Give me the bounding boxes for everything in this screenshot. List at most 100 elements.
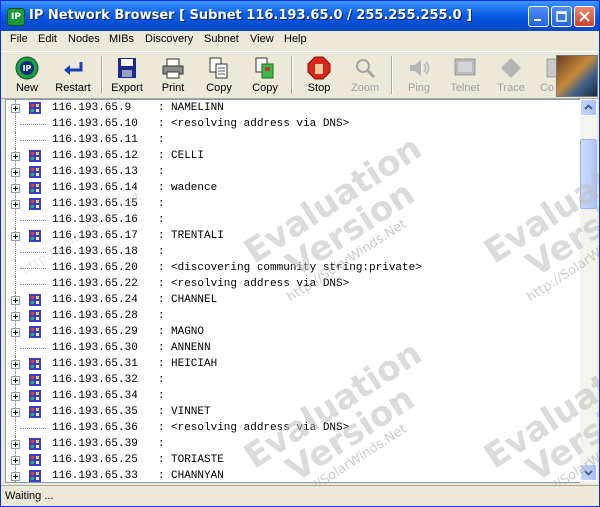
tree-node-row[interactable]: 116.193.65.17: TRENTALI bbox=[6, 228, 581, 244]
tree-line bbox=[15, 340, 16, 356]
tree-node-row[interactable]: 116.193.65.25: TORIASTE bbox=[6, 452, 581, 468]
tree-node-row[interactable]: 116.193.65.10: <resolving address via DNS… bbox=[6, 116, 581, 132]
expand-toggle-icon[interactable] bbox=[11, 232, 20, 241]
node-hostname: <resolving address via DNS> bbox=[171, 118, 350, 130]
field-separator: : bbox=[158, 454, 165, 466]
expand-toggle-icon[interactable] bbox=[11, 200, 20, 209]
tree-node-row[interactable]: 116.193.65.9: NAMELINN bbox=[6, 100, 581, 116]
close-button[interactable] bbox=[574, 6, 595, 27]
menu-help[interactable]: Help bbox=[284, 33, 307, 45]
copy-button[interactable]: Copy bbox=[199, 54, 239, 96]
minimize-icon bbox=[534, 19, 541, 21]
node-ip-address: 116.193.65.10 bbox=[52, 118, 138, 130]
printer-icon bbox=[162, 58, 184, 79]
expand-toggle-icon[interactable] bbox=[11, 360, 20, 369]
expand-toggle-icon[interactable] bbox=[11, 312, 20, 321]
field-separator: : bbox=[158, 102, 165, 114]
tree-node-row[interactable]: 116.193.65.35: VINNET bbox=[6, 404, 581, 420]
tree-node-row[interactable]: 116.193.65.31: HEICIAH bbox=[6, 356, 581, 372]
scroll-up-button[interactable] bbox=[580, 99, 597, 116]
expand-toggle-icon[interactable] bbox=[11, 104, 20, 113]
status-text: Waiting ... bbox=[5, 490, 54, 502]
menu-nodes[interactable]: Nodes bbox=[68, 33, 100, 45]
node-ip-address: 116.193.65.22 bbox=[52, 278, 138, 290]
export-label: Export bbox=[111, 82, 143, 94]
export-button[interactable]: Export bbox=[107, 54, 147, 96]
co-icon bbox=[546, 58, 557, 78]
vertical-scrollbar[interactable] bbox=[580, 99, 597, 483]
field-separator: : bbox=[158, 246, 165, 258]
menu-mibs[interactable]: MIBs bbox=[109, 33, 134, 45]
floppy-disk-icon bbox=[118, 58, 136, 78]
network-node-icon bbox=[29, 326, 41, 338]
tree-node-row[interactable]: 116.193.65.29: MAGNO bbox=[6, 324, 581, 340]
window-title: IP Network Browser [ Subnet 116.193.65.0… bbox=[29, 8, 473, 23]
expand-toggle-icon[interactable] bbox=[11, 184, 20, 193]
menu-discovery[interactable]: Discovery bbox=[145, 33, 193, 45]
expand-toggle-icon[interactable] bbox=[11, 472, 20, 481]
field-separator: : bbox=[158, 166, 165, 178]
print-button[interactable]: Print bbox=[153, 54, 193, 96]
tree-node-row[interactable]: 116.193.65.33: CHANNYAN bbox=[6, 468, 581, 482]
node-hostname: TORIASTE bbox=[171, 454, 224, 466]
tree-node-row[interactable]: 116.193.65.11: bbox=[6, 132, 581, 148]
expand-toggle-icon[interactable] bbox=[11, 440, 20, 449]
expand-toggle-icon[interactable] bbox=[11, 456, 20, 465]
new-button[interactable]: IP New bbox=[7, 54, 47, 96]
tree-node-row[interactable]: 116.193.65.36: <resolving address via DNS… bbox=[6, 420, 581, 436]
tree-node-row[interactable]: 116.193.65.22: <resolving address via DNS… bbox=[6, 276, 581, 292]
minimize-button[interactable] bbox=[528, 6, 549, 27]
tree-node-row[interactable]: 116.193.65.24: CHANNEL bbox=[6, 292, 581, 308]
tree-node-row[interactable]: 116.193.65.32: bbox=[6, 372, 581, 388]
tree-connector bbox=[20, 284, 46, 285]
tree-node-row[interactable]: 116.193.65.30: ANNENN bbox=[6, 340, 581, 356]
menu-file[interactable]: File bbox=[10, 33, 28, 45]
tree-node-row[interactable]: 116.193.65.18: bbox=[6, 244, 581, 260]
telnet-button[interactable]: Telnet bbox=[445, 54, 485, 96]
tree-node-row[interactable]: 116.193.65.20: <discovering community str… bbox=[6, 260, 581, 276]
node-hostname: CHANNEL bbox=[171, 294, 218, 306]
stop-button[interactable]: Stop bbox=[299, 54, 339, 96]
tree-node-row[interactable]: 116.193.65.12: CELLI bbox=[6, 148, 581, 164]
expand-toggle-icon[interactable] bbox=[11, 296, 20, 305]
copy-tree-button[interactable]: Copy bbox=[245, 54, 285, 96]
scroll-down-button[interactable] bbox=[580, 464, 597, 481]
ping-button[interactable]: Ping bbox=[399, 54, 439, 96]
node-ip-address: 116.193.65.25 bbox=[52, 454, 138, 466]
expand-toggle-icon[interactable] bbox=[11, 168, 20, 177]
expand-toggle-icon[interactable] bbox=[11, 392, 20, 401]
tree-node-row[interactable]: 116.193.65.34: bbox=[6, 388, 581, 404]
expand-toggle-icon[interactable] bbox=[11, 408, 20, 417]
title-bar[interactable]: IP IP Network Browser [ Subnet 116.193.6… bbox=[1, 1, 599, 31]
field-separator: : bbox=[158, 390, 165, 402]
expand-toggle-icon[interactable] bbox=[11, 328, 20, 337]
tree-line bbox=[15, 260, 16, 276]
expand-toggle-icon[interactable] bbox=[11, 376, 20, 385]
subnet-tree-view[interactable]: 116.193.65.9: NAMELINN 116.193.65.10: <reso… bbox=[5, 99, 582, 483]
node-hostname: ANNENN bbox=[171, 342, 211, 354]
tree-node-row[interactable]: 116.193.65.15: bbox=[6, 196, 581, 212]
node-hostname: wadence bbox=[171, 182, 218, 194]
restart-button[interactable]: Restart bbox=[49, 54, 97, 96]
tree-node-row[interactable]: 116.193.65.28: bbox=[6, 308, 581, 324]
node-ip-address: 116.193.65.13 bbox=[52, 166, 138, 178]
field-separator: : bbox=[158, 198, 165, 210]
tree-node-row[interactable]: 116.193.65.39: bbox=[6, 436, 581, 452]
menu-subnet[interactable]: Subnet bbox=[204, 33, 239, 45]
tree-node-row[interactable]: 116.193.65.13: bbox=[6, 164, 581, 180]
status-bar: Waiting ... bbox=[1, 485, 599, 506]
field-separator: : bbox=[158, 342, 165, 354]
tree-node-row[interactable]: 116.193.65.16: bbox=[6, 212, 581, 228]
menu-view[interactable]: View bbox=[250, 33, 274, 45]
network-node-icon bbox=[29, 438, 41, 450]
menu-edit[interactable]: Edit bbox=[38, 33, 57, 45]
co-button[interactable]: Co bbox=[537, 54, 557, 96]
tree-node-row[interactable]: 116.193.65.14: wadence bbox=[6, 180, 581, 196]
maximize-button[interactable] bbox=[551, 6, 572, 27]
toolbar: IP New Restart Export Print Copy Copy St… bbox=[1, 51, 599, 99]
scroll-thumb[interactable] bbox=[580, 139, 597, 209]
expand-toggle-icon[interactable] bbox=[11, 152, 20, 161]
field-separator: : bbox=[158, 118, 165, 130]
trace-button[interactable]: Trace bbox=[491, 54, 531, 96]
zoom-button[interactable]: Zoom bbox=[345, 54, 385, 96]
